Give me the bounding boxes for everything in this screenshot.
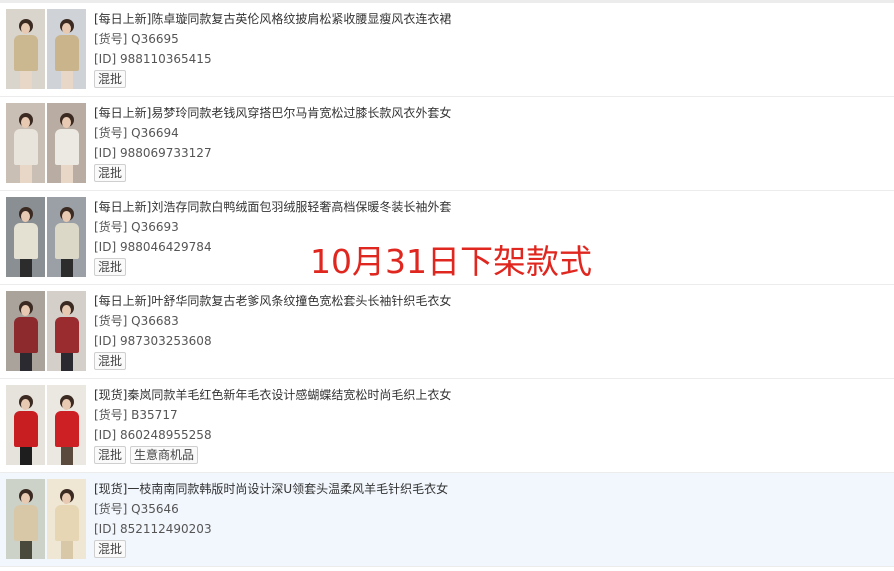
product-sku: [货号] Q36694 [94, 126, 179, 140]
tag-business-opportunity[interactable]: 生意商机品 [130, 446, 199, 464]
product-id: [ID] 987303253608 [94, 334, 212, 348]
thumbnail-photo [47, 9, 86, 89]
product-sku: [货号] B35717 [94, 408, 178, 422]
product-list: [每日上新]陈卓璇同款复古英伦风格纹披肩松紧收腰显瘦风衣连衣裙 [货号] Q36… [0, 3, 894, 567]
delisting-notice: 10月31日下架款式 [310, 242, 592, 281]
thumbnail-photo [6, 9, 45, 89]
product-thumbnail[interactable] [6, 9, 86, 89]
product-sku: [货号] Q36693 [94, 220, 179, 234]
product-row[interactable]: [每日上新]叶舒华同款复古老爹风条纹撞色宽松套头长袖针织毛衣女 [货号] Q36… [0, 285, 894, 379]
product-id: [ID] 852112490203 [94, 522, 212, 536]
product-thumbnail[interactable] [6, 479, 86, 559]
product-title-link[interactable]: [现货]一枝南南同款韩版时尚设计深U领套头温柔风羊毛针织毛衣女 [94, 479, 448, 499]
tag-mixed-batch[interactable]: 混批 [94, 70, 127, 88]
thumbnail-photo [47, 291, 86, 371]
tag-mixed-batch[interactable]: 混批 [94, 352, 127, 370]
thumbnail-photo [6, 479, 45, 559]
product-title-link[interactable]: [每日上新]叶舒华同款复古老爹风条纹撞色宽松套头长袖针织毛衣女 [94, 291, 451, 311]
product-title-link[interactable]: [每日上新]刘浩存同款白鸭绒面包羽绒服轻奢高档保暖冬装长袖外套 [94, 197, 451, 217]
thumbnail-photo [47, 197, 86, 277]
product-id: [ID] 988069733127 [94, 146, 212, 160]
thumbnail-photo [47, 385, 86, 465]
thumbnail-photo [6, 385, 45, 465]
tag-mixed-batch[interactable]: 混批 [94, 446, 127, 464]
thumbnail-photo [47, 103, 86, 183]
product-row[interactable]: [现货]一枝南南同款韩版时尚设计深U领套头温柔风羊毛针织毛衣女 [货号] Q35… [0, 473, 894, 567]
product-row[interactable]: [现货]秦岚同款羊毛红色新年毛衣设计感蝴蝶结宽松时尚毛织上衣女 [货号] B35… [0, 379, 894, 473]
tag-mixed-batch[interactable]: 混批 [94, 258, 127, 276]
product-title-link[interactable]: [现货]秦岚同款羊毛红色新年毛衣设计感蝴蝶结宽松时尚毛织上衣女 [94, 385, 451, 405]
tag-mixed-batch[interactable]: 混批 [94, 164, 127, 182]
product-thumbnail[interactable] [6, 197, 86, 277]
thumbnail-photo [6, 291, 45, 371]
product-row[interactable]: [每日上新]易梦玲同款老钱风穿搭巴尔马肯宽松过膝长款风衣外套女 [货号] Q36… [0, 97, 894, 191]
product-sku: [货号] Q35646 [94, 502, 179, 516]
product-title-link[interactable]: [每日上新]陈卓璇同款复古英伦风格纹披肩松紧收腰显瘦风衣连衣裙 [94, 9, 451, 29]
tag-mixed-batch[interactable]: 混批 [94, 540, 127, 558]
product-title-link[interactable]: [每日上新]易梦玲同款老钱风穿搭巴尔马肯宽松过膝长款风衣外套女 [94, 103, 451, 123]
product-sku: [货号] Q36683 [94, 314, 179, 328]
product-thumbnail[interactable] [6, 103, 86, 183]
product-thumbnail[interactable] [6, 385, 86, 465]
product-thumbnail[interactable] [6, 291, 86, 371]
product-id: [ID] 988110365415 [94, 52, 212, 66]
thumbnail-photo [6, 103, 45, 183]
product-sku: [货号] Q36695 [94, 32, 179, 46]
product-row[interactable]: [每日上新]陈卓璇同款复古英伦风格纹披肩松紧收腰显瘦风衣连衣裙 [货号] Q36… [0, 3, 894, 97]
thumbnail-photo [6, 197, 45, 277]
thumbnail-photo [47, 479, 86, 559]
product-id: [ID] 860248955258 [94, 428, 212, 442]
